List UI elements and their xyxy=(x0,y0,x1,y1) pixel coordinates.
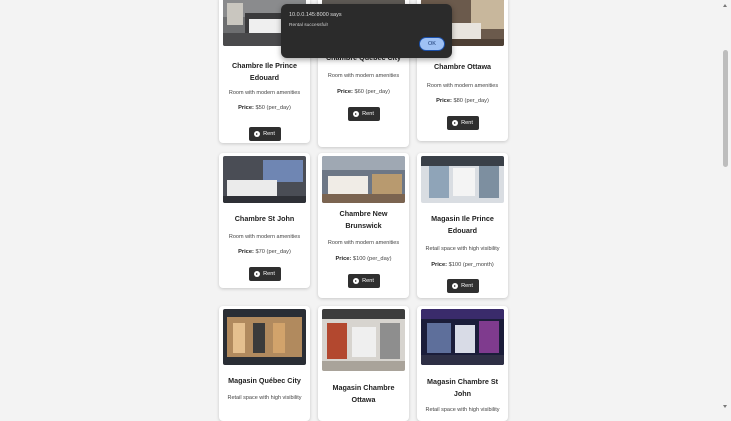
listing-description: Retail space with high visibility xyxy=(425,246,500,252)
listing-description: Room with modern amenities xyxy=(327,73,400,79)
listing-price: Price: $80 (per_day) xyxy=(436,98,489,104)
play-circle-icon xyxy=(353,111,360,117)
listing-card: Magasin Chambre Ottawa xyxy=(318,306,409,421)
listing-card: Chambre St John Room with modern ameniti… xyxy=(219,153,310,288)
listing-price: Price: $50 (per_day) xyxy=(238,105,291,111)
rent-button[interactable]: Rent xyxy=(248,267,281,281)
play-circle-icon xyxy=(254,271,261,277)
listing-image xyxy=(223,156,306,203)
listing-description: Room with modern amenities xyxy=(228,90,301,96)
listing-title: Chambre Ile Prince Edouard xyxy=(231,61,298,82)
scroll-down-icon[interactable] xyxy=(723,405,727,408)
page: Chambre Ile Prince Edouard Room with mod… xyxy=(0,0,731,421)
play-circle-icon xyxy=(452,283,459,289)
listing-title: Chambre St John xyxy=(234,214,295,223)
scrollbar-thumb[interactable] xyxy=(723,50,728,167)
listing-image xyxy=(322,309,405,371)
listing-description: Room with modern amenities xyxy=(327,240,400,246)
scroll-up-icon[interactable] xyxy=(723,4,727,7)
ok-button[interactable]: OK xyxy=(419,37,445,51)
listing-image xyxy=(421,309,504,365)
listing-card: Magasin Québec City Retail space with hi… xyxy=(219,306,310,421)
listing-title: Chambre Ottawa xyxy=(433,62,492,71)
dialog-message: Rental successful! xyxy=(289,23,328,28)
listing-card: Chambre New Brunswick Room with modern a… xyxy=(318,153,409,298)
rent-button[interactable]: Rent xyxy=(446,116,479,130)
listing-price: Price: $60 (per_day) xyxy=(337,89,390,95)
listing-title: Magasin Ile Prince Edouard xyxy=(431,214,494,235)
listing-description: Room with modern amenities xyxy=(228,234,301,240)
scrollbar[interactable] xyxy=(720,0,731,413)
play-circle-icon xyxy=(353,278,360,284)
listing-title: Chambre New Brunswick xyxy=(339,209,388,230)
listing-price: Price: $100 (per_month) xyxy=(431,262,494,268)
play-circle-icon xyxy=(452,120,459,126)
listing-description: Room with modern amenities xyxy=(426,83,499,89)
alert-dialog: 10.0.0.145:8000 says Rental successful! … xyxy=(281,4,452,58)
listing-image xyxy=(322,156,405,203)
rent-button[interactable]: Rent xyxy=(347,107,380,121)
listing-title: Magasin Chambre Ottawa xyxy=(332,383,395,404)
listing-card: Magasin Chambre St John Retail space wit… xyxy=(417,306,508,421)
listing-title: Magasin Québec City xyxy=(228,376,301,385)
play-circle-icon xyxy=(254,131,261,137)
dialog-origin: 10.0.0.145:8000 says xyxy=(289,12,342,18)
rent-button[interactable]: Rent xyxy=(446,279,479,293)
listing-price: Price: $100 (per_day) xyxy=(335,256,392,262)
listing-description: Retail space with high visibility xyxy=(227,395,302,401)
listing-image xyxy=(223,309,306,365)
listing-title: Magasin Chambre St John xyxy=(426,377,499,398)
listing-price: Price: $70 (per_day) xyxy=(238,249,291,255)
listing-image xyxy=(421,156,504,203)
rent-button[interactable]: Rent xyxy=(347,274,380,288)
listing-card: Magasin Ile Prince Edouard Retail space … xyxy=(417,153,508,298)
rent-button[interactable]: Rent xyxy=(248,127,281,141)
